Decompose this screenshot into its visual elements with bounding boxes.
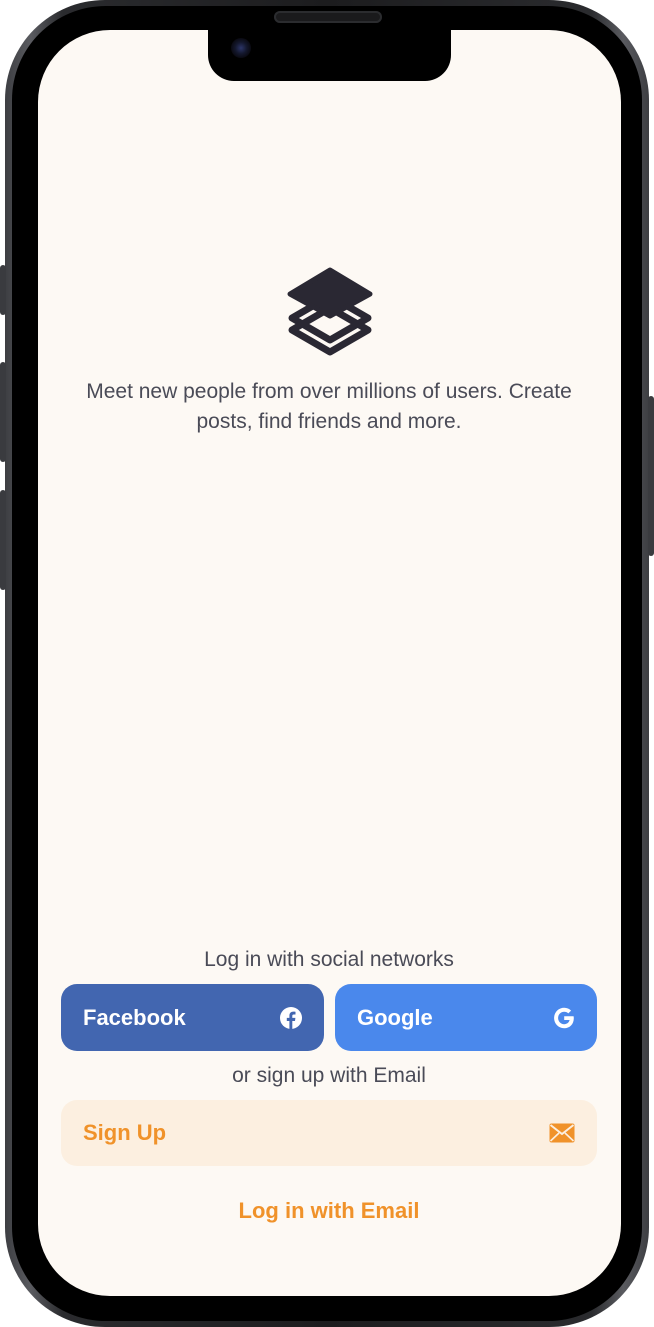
facebook-login-button[interactable]: Facebook — [61, 984, 324, 1051]
google-button-label: Google — [357, 1004, 433, 1030]
facebook-icon — [280, 1006, 302, 1029]
front-camera — [231, 38, 251, 58]
social-login-label: Log in with social networks — [204, 948, 454, 971]
layers-icon — [286, 266, 374, 360]
side-button-power — [648, 396, 654, 556]
side-button-mute — [0, 265, 6, 315]
login-with-email-link[interactable]: Log in with Email — [60, 1196, 598, 1226]
mail-icon — [549, 1123, 575, 1143]
facebook-button-label: Facebook — [83, 1004, 186, 1030]
signup-button-label: Sign Up — [83, 1120, 167, 1145]
speaker-grille — [274, 11, 382, 23]
side-button-volume-down — [0, 490, 6, 590]
side-button-volume-up — [0, 362, 6, 462]
google-icon — [553, 1007, 575, 1029]
signup-email-button[interactable]: Sign Up — [61, 1100, 597, 1166]
google-login-button[interactable]: Google — [335, 984, 597, 1051]
email-divider-text: or sign up with Email — [232, 1064, 426, 1087]
tagline-text: Meet new people from over millions of us… — [86, 380, 572, 433]
